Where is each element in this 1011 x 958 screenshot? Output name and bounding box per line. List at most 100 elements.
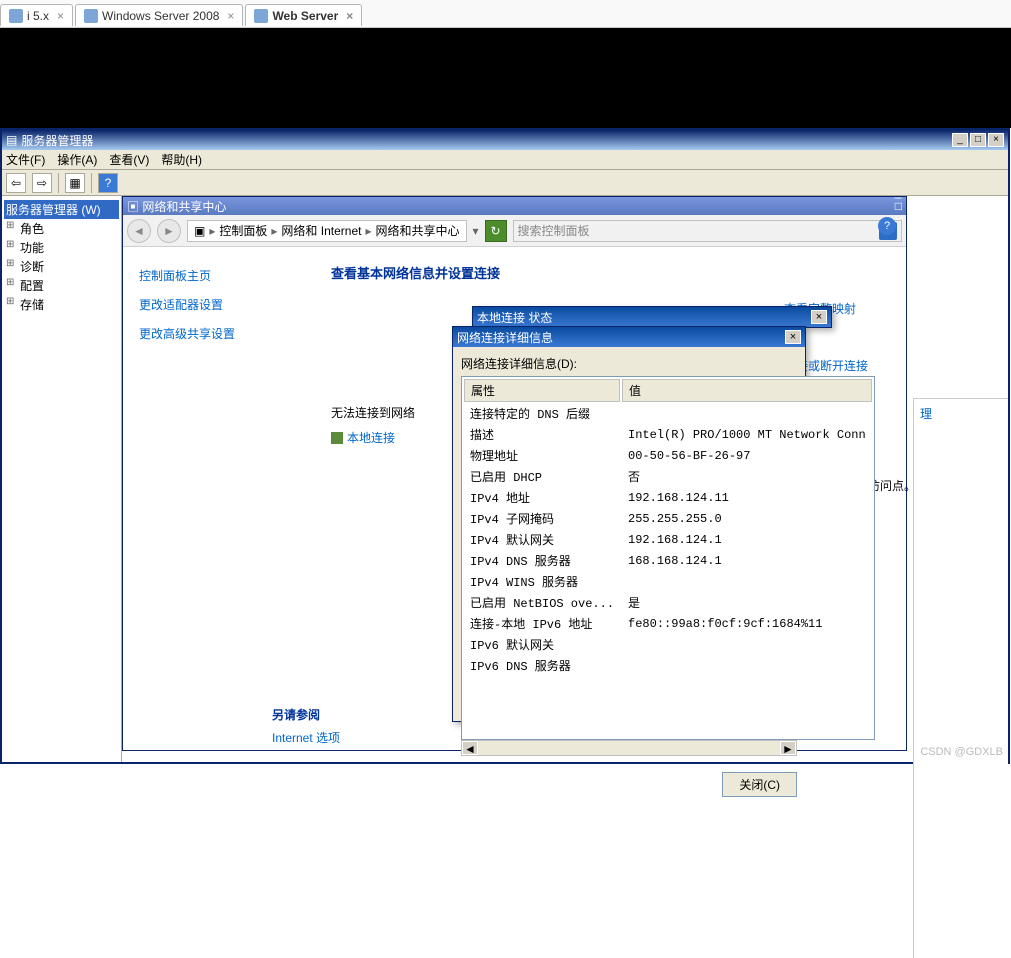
vm-icon (9, 9, 23, 23)
tab-label: Windows Server 2008 (102, 9, 219, 23)
search-input[interactable]: 搜索控制面板 (513, 220, 902, 242)
maximize-button[interactable]: □ (895, 199, 902, 213)
prop-name: 连接特定的 DNS 后缀 (464, 404, 620, 423)
maximize-button[interactable]: □ (970, 133, 986, 147)
chevron-icon: ▸ (209, 224, 215, 238)
prop-name: IPv4 DNS 服务器 (464, 551, 620, 570)
dialog-titlebar[interactable]: 网络连接详细信息 × (453, 327, 805, 347)
prop-name: 物理地址 (464, 446, 620, 465)
prop-name: IPv4 子网掩码 (464, 509, 620, 528)
adapter-icon (331, 432, 343, 444)
minimize-button[interactable]: _ (952, 133, 968, 147)
dropdown-icon[interactable]: ▾ (473, 224, 479, 238)
prop-value (622, 656, 872, 675)
left-nav: 控制面板主页 更改适配器设置 更改高级共享设置 (123, 247, 323, 750)
separator (91, 173, 92, 193)
app-icon: ▤ (6, 133, 17, 147)
prop-name: 已启用 DHCP (464, 467, 620, 486)
tree-diagnostics[interactable]: 诊断 (4, 257, 119, 276)
nav-forward-button[interactable]: ► (157, 219, 181, 243)
table-row[interactable]: IPv4 DNS 服务器168.168.124.1 (464, 551, 872, 570)
tab-winserver[interactable]: Windows Server 2008 × (75, 4, 243, 26)
close-icon[interactable]: × (227, 9, 234, 23)
col-property[interactable]: 属性 (464, 379, 620, 402)
breadcrumb-item[interactable]: 网络和 Internet (281, 222, 361, 239)
table-row[interactable]: 已启用 NetBIOS ove...是 (464, 593, 872, 612)
menu-action[interactable]: 操作(A) (57, 151, 97, 168)
tree-features[interactable]: 功能 (4, 238, 119, 257)
tree-storage[interactable]: 存储 (4, 295, 119, 314)
dialog-title: 网络连接详细信息 (457, 329, 553, 346)
vm-tabs: i 5.x× Windows Server 2008 × Web Server× (0, 0, 1011, 28)
tab-esxi[interactable]: i 5.x× (0, 4, 73, 26)
menu-view[interactable]: 查看(V) (109, 151, 149, 168)
close-icon[interactable]: × (57, 9, 64, 23)
table-row[interactable]: IPv6 DNS 服务器 (464, 656, 872, 675)
tab-webserver[interactable]: Web Server× (245, 4, 362, 26)
col-value[interactable]: 值 (622, 379, 872, 402)
prop-name: IPv6 DNS 服务器 (464, 656, 620, 675)
table-row[interactable]: IPv4 WINS 服务器 (464, 572, 872, 591)
breadcrumb-item[interactable]: 控制面板 (219, 222, 267, 239)
vm-icon (254, 9, 268, 23)
close-button[interactable]: × (785, 330, 801, 344)
nav-back-button[interactable]: ◄ (127, 219, 151, 243)
table-row[interactable]: 描述Intel(R) PRO/1000 MT Network Conn (464, 425, 872, 444)
prop-value: Intel(R) PRO/1000 MT Network Conn (622, 425, 872, 444)
prop-value (622, 404, 872, 423)
tree-root[interactable]: 服务器管理器 (W) (4, 200, 119, 219)
menu-file[interactable]: 文件(F) (6, 151, 45, 168)
close-button[interactable]: × (988, 133, 1004, 147)
prop-name: 连接-本地 IPv6 地址 (464, 614, 620, 633)
table-row[interactable]: 已启用 DHCP否 (464, 467, 872, 486)
scroll-right-icon[interactable]: ► (780, 741, 796, 755)
search-placeholder: 搜索控制面板 (518, 222, 590, 239)
table-row[interactable]: 物理地址00-50-56-BF-26-97 (464, 446, 872, 465)
page-heading: 查看基本网络信息并设置连接 (331, 263, 898, 282)
h-scrollbar[interactable]: ◄► (461, 740, 797, 756)
table-row[interactable]: 连接特定的 DNS 后缀 (464, 404, 872, 423)
refresh-button[interactable]: ↻ (485, 220, 507, 242)
prop-name: 描述 (464, 425, 620, 444)
back-button[interactable]: ⇦ (6, 173, 26, 193)
prop-value: 255.255.255.0 (622, 509, 872, 528)
close-icon[interactable]: × (346, 9, 353, 23)
minimize-button[interactable]: _ (895, 185, 902, 199)
tree-roles[interactable]: 角色 (4, 219, 119, 238)
prop-value: 168.168.124.1 (622, 551, 872, 570)
window-icon: ▣ (127, 200, 139, 214)
table-row[interactable]: IPv4 子网掩码255.255.255.0 (464, 509, 872, 528)
forward-button[interactable]: ⇨ (32, 173, 52, 193)
watermark: CSDN @GDXLB (920, 746, 1003, 758)
link-manage[interactable]: 理 (920, 407, 932, 421)
inner-title-text: 网络和共享中心 (142, 200, 226, 214)
scroll-left-icon[interactable]: ◄ (462, 741, 478, 755)
table-row[interactable]: 连接-本地 IPv6 地址fe80::99a8:f0cf:9cf:1684%11 (464, 614, 872, 633)
close-button-c[interactable]: 关闭(C) (722, 772, 797, 797)
link-internet-options[interactable]: Internet 选项 (272, 729, 340, 746)
menu-help[interactable]: 帮助(H) (161, 151, 202, 168)
link-adv-sharing[interactable]: 更改高级共享设置 (139, 325, 307, 342)
table-row[interactable]: IPv4 地址192.168.124.11 (464, 488, 872, 507)
close-button[interactable]: × (811, 310, 827, 324)
help-icon[interactable]: ? (878, 217, 896, 235)
prop-value: 192.168.124.1 (622, 530, 872, 549)
table-row[interactable]: IPv6 默认网关 (464, 635, 872, 654)
prop-value (622, 635, 872, 654)
prop-value: 否 (622, 467, 872, 486)
prop-name: IPv6 默认网关 (464, 635, 620, 654)
menubar: 文件(F) 操作(A) 查看(V) 帮助(H) (2, 150, 1008, 170)
see-also: 另请参阅 Internet 选项 (272, 706, 340, 758)
tree-config[interactable]: 配置 (4, 276, 119, 295)
breadcrumb[interactable]: ▣ ▸ 控制面板 ▸ 网络和 Internet ▸ 网络和共享中心 (187, 220, 467, 242)
table-row[interactable]: IPv4 默认网关192.168.124.1 (464, 530, 872, 549)
refresh-icon: ↻ (491, 224, 501, 238)
prop-value (622, 572, 872, 591)
prop-name: IPv4 地址 (464, 488, 620, 507)
link-adapter-settings[interactable]: 更改适配器设置 (139, 296, 307, 313)
separator (58, 173, 59, 193)
show-hide-button[interactable]: ▦ (65, 173, 85, 193)
breadcrumb-item[interactable]: 网络和共享中心 (375, 222, 459, 239)
link-cp-home[interactable]: 控制面板主页 (139, 267, 307, 284)
help-button[interactable]: ? (98, 173, 118, 193)
